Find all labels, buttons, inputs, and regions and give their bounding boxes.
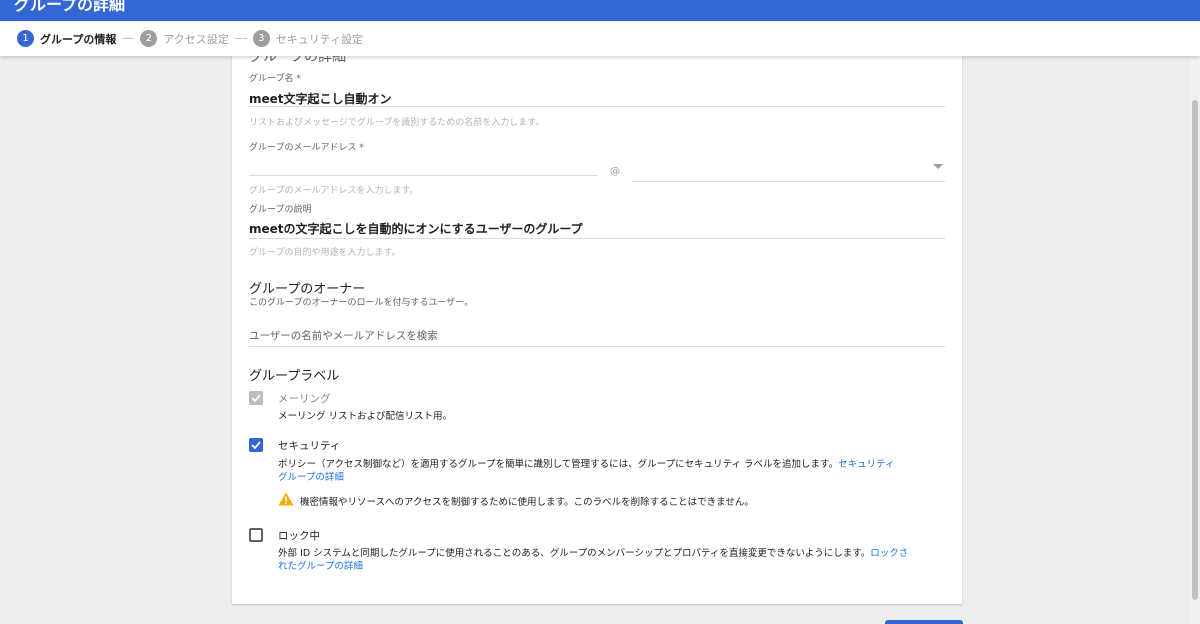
group-description-input[interactable]: meetの文字起こしを自動的にオンにするユーザーのグループ xyxy=(249,220,583,237)
owners-subtitle: このグループのオーナーのロールを付与するユーザー。 xyxy=(249,298,474,308)
domain-underline xyxy=(632,181,945,182)
at-sign: @ xyxy=(610,166,620,177)
group-name-hint: リストおよびメッセージでグループを識別するための名前を入力します。 xyxy=(249,118,545,128)
group-email-hint: グループのメールアドレスを入力します。 xyxy=(249,186,419,196)
warning-icon xyxy=(278,492,294,506)
check-icon xyxy=(251,441,261,449)
mailing-desc: メーリング リストおよび配信リスト用。 xyxy=(278,411,453,422)
owner-search-underline xyxy=(249,346,945,347)
stepper: 1 グループの情報 2 アクセス設定 3 セキュリティ設定 xyxy=(0,21,1200,56)
group-email-underline xyxy=(249,175,597,176)
step-number: 2 xyxy=(140,30,158,47)
domain-select[interactable] xyxy=(632,156,945,181)
group-name-input[interactable]: meet文字起こし自動オン xyxy=(249,90,392,107)
security-warning: 機密情報やリソースへのアクセスを制御するために使用します。このラベルを削除するこ… xyxy=(300,497,754,508)
step-label: セキュリティ設定 xyxy=(275,32,364,46)
step-group-info[interactable]: 1 グループの情報 xyxy=(17,30,116,47)
next-button[interactable] xyxy=(885,620,963,624)
mailing-title: メーリング xyxy=(278,393,331,405)
locked-title: ロック中 xyxy=(278,530,320,542)
step-security-settings[interactable]: 3 セキュリティ設定 xyxy=(252,30,364,47)
step-divider xyxy=(122,38,135,39)
scrollbar-thumb[interactable] xyxy=(1192,100,1198,600)
owner-search-placeholder: ユーザーの名前やメールアドレスを検索 xyxy=(249,330,438,342)
locked-desc: 外部 ID システムと同期したグループに使用されることのある、グループのメンバー… xyxy=(278,547,948,573)
group-description-hint: グループの目的や用途を入力します。 xyxy=(249,248,401,258)
security-desc-text: ポリシー（アクセス制御など）を適用するグループを簡単に識別して管理するには、グル… xyxy=(278,459,839,470)
step-access-settings[interactable]: 2 アクセス設定 xyxy=(140,30,229,47)
security-desc: ポリシー（アクセス制御など）を適用するグループを簡単に識別して管理するには、グル… xyxy=(278,458,943,484)
step-divider xyxy=(234,38,247,39)
check-icon xyxy=(251,394,261,402)
security-checkbox[interactable] xyxy=(249,438,263,452)
security-title: セキュリティ xyxy=(278,440,341,452)
group-name-label: グループ名 * xyxy=(249,74,301,84)
group-email-label: グループのメールアドレス * xyxy=(249,143,364,153)
owner-search-input[interactable]: ユーザーの名前やメールアドレスを検索 xyxy=(249,324,945,346)
group-description-label: グループの説明 xyxy=(249,205,312,215)
group-description-underline xyxy=(249,238,945,239)
group-labels-title: グループラベル xyxy=(249,369,340,384)
step-number: 3 xyxy=(252,30,270,47)
step-label: グループの情報 xyxy=(40,32,117,46)
step-number: 1 xyxy=(17,30,34,47)
step-label: アクセス設定 xyxy=(163,32,229,46)
group-email-input[interactable] xyxy=(249,158,597,174)
app-bar: グループの詳細 xyxy=(0,0,1200,21)
locked-checkbox[interactable] xyxy=(249,528,263,542)
page-title: グループの詳細 xyxy=(14,0,126,14)
section-heading: グループの詳細 xyxy=(249,56,347,65)
mailing-checkbox[interactable] xyxy=(249,391,263,405)
group-info-card: グループの詳細 グループ名 * meet文字起こし自動オン リストおよびメッセー… xyxy=(232,56,962,604)
chevron-down-icon xyxy=(933,164,943,169)
locked-desc-text: 外部 ID システムと同期したグループに使用されることのある、グループのメンバー… xyxy=(278,548,871,559)
group-name-underline xyxy=(249,106,945,107)
